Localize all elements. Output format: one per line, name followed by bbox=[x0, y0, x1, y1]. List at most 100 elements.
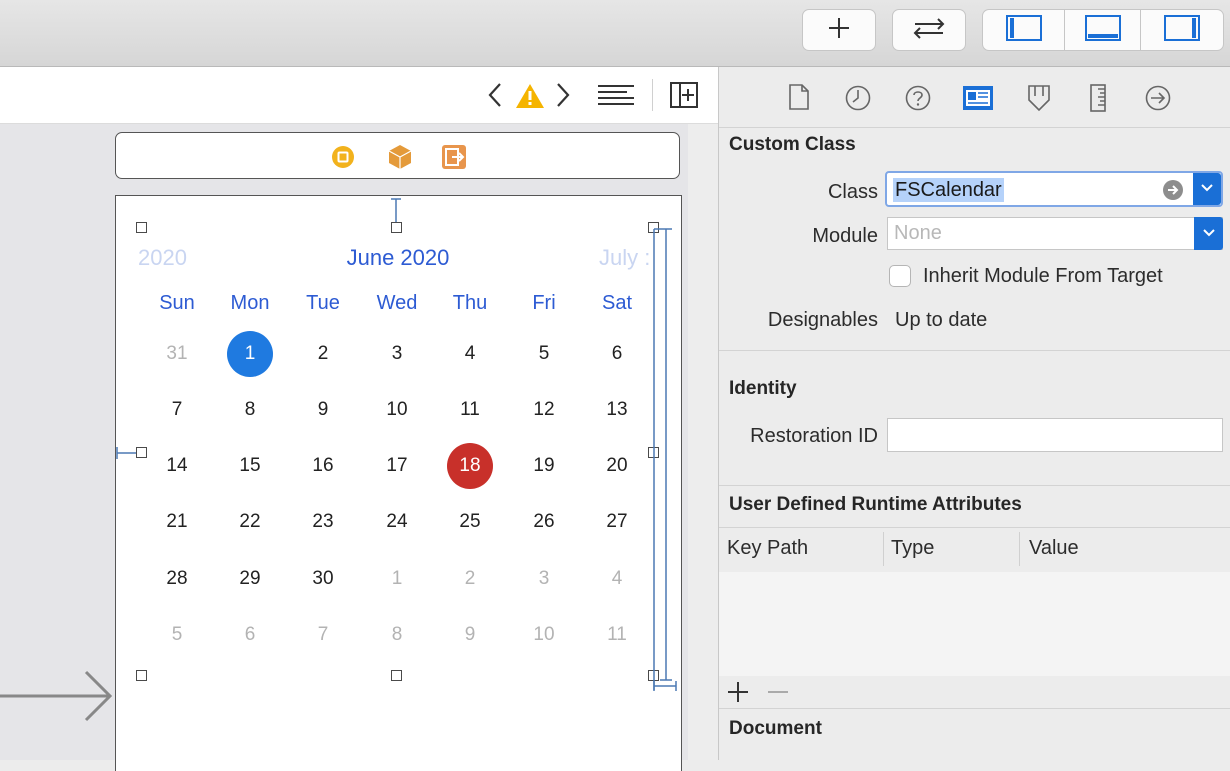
section-divider bbox=[719, 350, 1230, 351]
chevron-left-icon[interactable] bbox=[487, 82, 503, 113]
calendar-day-cell[interactable]: 20 bbox=[594, 443, 640, 489]
calendar-day-cell[interactable]: 6 bbox=[227, 612, 273, 658]
module-dropdown-button[interactable] bbox=[1194, 217, 1223, 250]
calendar-day-cell[interactable]: 21 bbox=[154, 499, 200, 545]
chevron-down-icon bbox=[1202, 225, 1216, 243]
chevron-right-icon[interactable] bbox=[555, 82, 571, 113]
calendar-day-cell[interactable]: 11 bbox=[447, 387, 493, 433]
calendar-day-cell[interactable]: 9 bbox=[300, 387, 346, 433]
calendar-day-cell[interactable]: 3 bbox=[521, 556, 567, 602]
calendar-day-cell[interactable]: 25 bbox=[447, 499, 493, 545]
section-divider bbox=[719, 485, 1230, 486]
calendar-day-cell[interactable]: 28 bbox=[154, 556, 200, 602]
runtime-attributes-header: Key Path Type Value bbox=[719, 527, 1230, 573]
value-column[interactable]: Value bbox=[1029, 537, 1079, 560]
calendar-day-cell[interactable]: 1 bbox=[227, 331, 273, 377]
calendar-day-cell[interactable]: 13 bbox=[594, 387, 640, 433]
history-icon[interactable] bbox=[845, 85, 871, 116]
calendar-day-cell[interactable]: 15 bbox=[227, 443, 273, 489]
calendar-day-cell[interactable]: 12 bbox=[521, 387, 567, 433]
identity-inspector: Custom Class Class FSCalendar Module Non… bbox=[718, 67, 1230, 760]
size-icon[interactable] bbox=[1089, 84, 1107, 117]
key-path-column[interactable]: Key Path bbox=[727, 537, 808, 560]
calendar-day-cell[interactable]: 11 bbox=[594, 612, 640, 658]
scene-dock bbox=[115, 132, 680, 179]
class-field[interactable]: FSCalendar bbox=[885, 171, 1223, 207]
calendar-day-cell[interactable]: 19 bbox=[521, 443, 567, 489]
warning-icon[interactable] bbox=[515, 83, 545, 114]
add-library-button[interactable] bbox=[802, 9, 876, 51]
minus-icon[interactable] bbox=[767, 681, 789, 708]
calendar-day-cell[interactable]: 2 bbox=[300, 331, 346, 377]
class-dropdown-button[interactable] bbox=[1193, 173, 1221, 205]
bottom-panel-icon bbox=[1084, 14, 1121, 46]
calendar-day-cell[interactable]: 17 bbox=[374, 443, 420, 489]
calendar-day-cell[interactable]: 31 bbox=[154, 331, 200, 377]
module-field[interactable]: None bbox=[887, 217, 1223, 250]
lines-icon[interactable] bbox=[597, 84, 635, 113]
calendar-day-cell[interactable]: 10 bbox=[374, 387, 420, 433]
calendar-day-cell[interactable]: 27 bbox=[594, 499, 640, 545]
module-label: Module bbox=[812, 225, 878, 247]
calendar-day-cell[interactable]: 8 bbox=[374, 612, 420, 658]
jumpbar-divider bbox=[652, 79, 653, 111]
module-placeholder: None bbox=[894, 222, 942, 244]
left-panel-icon bbox=[1005, 14, 1042, 46]
custom-class-title: Custom Class bbox=[729, 134, 856, 155]
calendar-day-cell[interactable]: 18 bbox=[447, 443, 493, 489]
runtime-attributes-title: User Defined Runtime Attributes bbox=[729, 494, 1022, 515]
calendar-day-cell[interactable]: 3 bbox=[374, 331, 420, 377]
calendar-day-cell[interactable]: 9 bbox=[447, 612, 493, 658]
calendar-day-cell[interactable]: 5 bbox=[154, 612, 200, 658]
runtime-attributes-table[interactable] bbox=[719, 572, 1230, 676]
calendar-day-cell[interactable]: 22 bbox=[227, 499, 273, 545]
calendar-day-cell[interactable]: 5 bbox=[521, 331, 567, 377]
file-icon[interactable] bbox=[789, 84, 809, 115]
right-panel-icon bbox=[1164, 14, 1200, 46]
calendar-day-cell[interactable]: 30 bbox=[300, 556, 346, 602]
view-controller-icon[interactable] bbox=[331, 145, 355, 174]
calendar-day-cell[interactable]: 14 bbox=[154, 443, 200, 489]
inherit-module-checkbox[interactable] bbox=[889, 265, 911, 287]
restoration-id-field[interactable] bbox=[887, 418, 1223, 452]
jump-bar bbox=[0, 67, 718, 124]
go-arrow-icon[interactable] bbox=[1163, 180, 1183, 205]
class-label: Class bbox=[827, 181, 878, 203]
identity-icon[interactable] bbox=[963, 86, 993, 115]
plus-icon[interactable] bbox=[727, 681, 749, 708]
calendar-day-cell[interactable]: 16 bbox=[300, 443, 346, 489]
calendar-day-cell[interactable]: 23 bbox=[300, 499, 346, 545]
exit-icon[interactable] bbox=[442, 145, 466, 174]
calendar-day-cell[interactable]: 8 bbox=[227, 387, 273, 433]
help-icon[interactable] bbox=[905, 85, 931, 116]
calendar-day-cell[interactable]: 26 bbox=[521, 499, 567, 545]
attributes-icon[interactable] bbox=[1026, 84, 1052, 117]
type-column[interactable]: Type bbox=[891, 537, 934, 560]
arrows-swap-icon bbox=[909, 15, 949, 46]
calendar-day-cell[interactable]: 7 bbox=[300, 612, 346, 658]
designables-label: Designables bbox=[767, 309, 878, 331]
calendar-day-cell[interactable]: 29 bbox=[227, 556, 273, 602]
calendar-day-cell[interactable]: 10 bbox=[521, 612, 567, 658]
calendar-day-cell[interactable]: 2 bbox=[447, 556, 493, 602]
connections-icon[interactable] bbox=[1145, 85, 1171, 116]
class-field-value[interactable]: FSCalendar bbox=[893, 178, 1004, 202]
calendar-day-cell[interactable]: 6 bbox=[594, 331, 640, 377]
section-divider bbox=[719, 708, 1230, 709]
calendar-day-cell[interactable]: 24 bbox=[374, 499, 420, 545]
toggle-debug-area-button[interactable] bbox=[1064, 9, 1140, 51]
code-review-button[interactable] bbox=[892, 9, 966, 51]
calendar-day-cell[interactable]: 1 bbox=[374, 556, 420, 602]
toolbar bbox=[0, 0, 1230, 67]
plus-icon bbox=[827, 16, 851, 45]
entry-point-arrow-icon[interactable] bbox=[0, 670, 115, 727]
inherit-module-label: Inherit Module From Target bbox=[923, 265, 1163, 287]
calendar-day-cell[interactable]: 4 bbox=[447, 331, 493, 377]
first-responder-icon[interactable] bbox=[388, 144, 412, 175]
add-editor-icon[interactable] bbox=[670, 82, 698, 113]
calendar-day-cell[interactable]: 4 bbox=[594, 556, 640, 602]
toggle-inspector-button[interactable] bbox=[1140, 9, 1224, 51]
calendar-day-cell[interactable]: 7 bbox=[154, 387, 200, 433]
toggle-navigator-button[interactable] bbox=[982, 9, 1064, 51]
identity-title: Identity bbox=[729, 378, 797, 399]
